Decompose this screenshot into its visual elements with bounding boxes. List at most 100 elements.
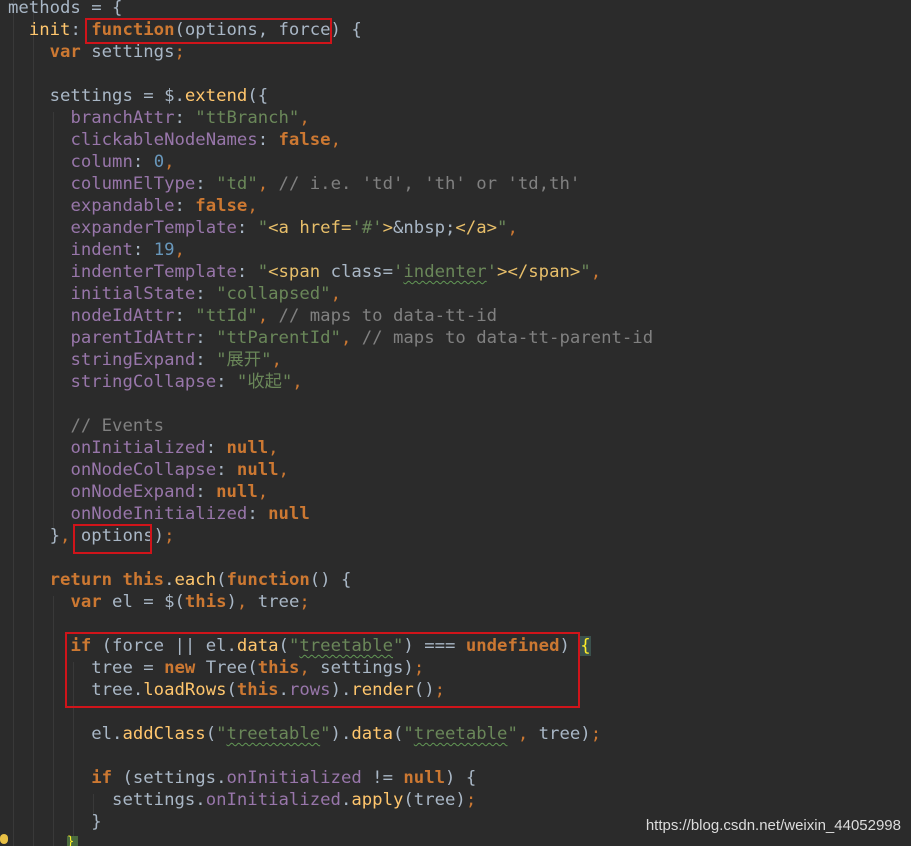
code-line[interactable]: columnElType: "td", // i.e. 'td', 'th' o… xyxy=(8,173,580,195)
code-token: " xyxy=(403,724,414,744)
code-token: , xyxy=(278,460,289,480)
code-token: : xyxy=(205,438,227,458)
code-token: "ttId" xyxy=(195,306,258,326)
code-token: > xyxy=(382,218,393,238)
code-line[interactable]: } xyxy=(8,811,102,833)
code-line[interactable]: parentIdAttr: "ttParentId", // maps to d… xyxy=(8,327,653,349)
code-line[interactable]: nodeIdAttr: "ttId", // maps to data-tt-i… xyxy=(8,305,497,327)
code-token: // maps to data-tt-id xyxy=(268,306,498,326)
code-editor[interactable]: methods = { init: function(options, forc… xyxy=(0,0,911,846)
code-line[interactable]: branchAttr: "ttBranch", xyxy=(8,107,309,129)
code-line[interactable]: var settings; xyxy=(8,41,185,63)
code-line[interactable]: methods = { xyxy=(8,0,122,19)
code-token: " xyxy=(393,636,404,656)
code-token: indenterTemplate xyxy=(70,262,237,282)
code-token: ; xyxy=(413,658,425,678)
code-token: false xyxy=(278,130,331,150)
code-token: // Events xyxy=(70,416,165,436)
code-line[interactable]: clickableNodeNames: false, xyxy=(8,129,341,151)
code-token: tree) xyxy=(528,724,591,744)
lightbulb-icon[interactable] xyxy=(0,834,8,844)
code-token: // maps to data-tt-parent-id xyxy=(351,328,654,348)
code-token: null xyxy=(236,460,279,480)
code-line[interactable]: if (force || el.data("treetable") === un… xyxy=(8,635,591,657)
code-token: , xyxy=(257,306,269,326)
code-token: onNodeInitialized xyxy=(70,504,248,524)
code-token: if xyxy=(70,636,92,656)
code-token: ( xyxy=(226,680,237,700)
code-token: "collapsed" xyxy=(216,284,331,304)
code-line[interactable]: onNodeCollapse: null, xyxy=(8,459,289,481)
code-line[interactable] xyxy=(8,833,70,846)
code-token: settings) xyxy=(309,658,414,678)
code-token: branchAttr xyxy=(70,108,175,128)
code-token: settings. xyxy=(8,790,206,810)
code-line[interactable]: stringCollapse: "收起", xyxy=(8,371,302,393)
code-line[interactable]: init: function(options, force) { xyxy=(8,19,362,41)
code-line[interactable]: indent: 19, xyxy=(8,239,184,261)
code-line[interactable]: el.addClass("treetable").data("treetable… xyxy=(8,723,601,745)
code-token: Tree( xyxy=(195,658,258,678)
code-token: settings = $. xyxy=(8,86,185,106)
code-line[interactable]: settings.onInitialized.apply(tree); xyxy=(8,789,476,811)
code-line[interactable]: stringExpand: "展开", xyxy=(8,349,281,371)
code-token: tree xyxy=(247,592,300,612)
code-token: : xyxy=(195,284,217,304)
code-token: : xyxy=(216,460,237,480)
code-token: if xyxy=(91,768,113,788)
code-token: null xyxy=(216,482,258,502)
code-line[interactable]: column: 0, xyxy=(8,151,174,173)
code-line[interactable]: onNodeExpand: null, xyxy=(8,481,268,503)
code-line[interactable]: // Events xyxy=(8,415,164,437)
code-token: expanderTemplate xyxy=(70,218,237,238)
code-line[interactable]: return this.each(function() { xyxy=(8,569,352,591)
code-token: var xyxy=(49,42,81,62)
code-line[interactable]: tree = new Tree(this, settings); xyxy=(8,657,424,679)
code-token: ) === xyxy=(403,636,466,656)
code-token: el = $( xyxy=(101,592,185,612)
code-token: extend xyxy=(184,86,248,106)
code-token: , xyxy=(247,196,258,216)
code-line[interactable]: expanderTemplate: "<a href='#'>&nbsp;</a… xyxy=(8,217,517,239)
code-token: != xyxy=(361,768,404,788)
code-line[interactable]: if (settings.onInitialized != null) { xyxy=(8,767,476,789)
code-line[interactable]: var el = $(this), tree; xyxy=(8,591,309,613)
code-token: } xyxy=(8,812,102,832)
code-line[interactable]: }, options); xyxy=(8,525,175,547)
code-token: tree = xyxy=(8,658,165,678)
code-line[interactable]: expandable: false, xyxy=(8,195,258,217)
code-token: > xyxy=(497,262,508,282)
code-token: " xyxy=(216,724,227,744)
code-token: // i.e. 'td', 'th' or 'td,th' xyxy=(268,174,581,194)
code-token: 0 xyxy=(153,152,165,172)
code-token: ( xyxy=(278,636,289,656)
code-line[interactable]: onInitialized: null, xyxy=(8,437,278,459)
code-line[interactable]: onNodeInitialized: null xyxy=(8,503,309,525)
code-token: stringCollapse xyxy=(70,372,217,392)
code-line[interactable]: tree.loadRows(this.rows).render(); xyxy=(8,679,445,701)
code-line[interactable]: settings = $.extend({ xyxy=(8,85,269,107)
code-token: " xyxy=(507,724,518,744)
code-token: { xyxy=(580,636,591,656)
code-token: ( xyxy=(392,724,404,744)
code-token: nodeIdAttr xyxy=(70,306,175,326)
code-token: var xyxy=(70,592,102,612)
code-token: null xyxy=(403,768,446,788)
code-line[interactable]: initialState: "collapsed", xyxy=(8,283,341,305)
code-token: " xyxy=(288,636,300,656)
code-token: "ttParentId" xyxy=(216,328,341,348)
code-token: (settings. xyxy=(112,768,227,788)
code-line[interactable]: indenterTemplate: "<span class='indenter… xyxy=(8,261,601,283)
code-token: "展开" xyxy=(216,350,272,370)
code-token: : xyxy=(195,328,217,348)
code-token: , xyxy=(257,482,269,502)
code-token: " xyxy=(580,262,591,282)
